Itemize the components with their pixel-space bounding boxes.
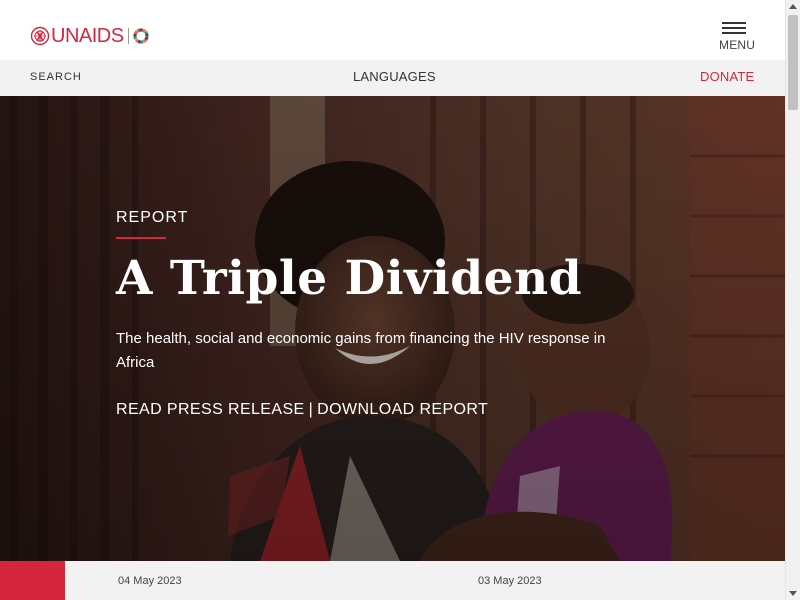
hero-link-separator: | [308,401,314,418]
scroll-up-arrow-icon[interactable] [789,4,797,9]
hero-content: REPORT A Triple Dividend The health, soc… [116,96,676,561]
menu-button[interactable]: MENU [717,20,757,54]
vertical-scrollbar[interactable] [785,0,800,600]
download-report-link[interactable]: DOWNLOAD REPORT [317,401,488,419]
utility-bar: SEARCH LANGUAGES DONATE [0,60,785,96]
news-date: 03 May 2023 [478,575,542,587]
site-header: UNAIDS MENU [0,0,785,60]
page: UNAIDS MENU SEARCH LANGUAGES DONATE REPO… [0,0,785,600]
sdg-wheel-icon [133,28,149,44]
hero-kicker: REPORT [116,209,189,226]
scrollbar-thumb[interactable] [788,15,798,110]
hamburger-icon [722,22,746,35]
hero-links: READ PRESS RELEASE | DOWNLOAD REPORT [116,401,488,419]
logo-wordmark: UNAIDS [51,25,124,47]
menu-label: MENU [719,38,756,52]
news-accent-block [0,561,65,600]
scroll-down-arrow-icon[interactable] [789,591,797,596]
news-date: 04 May 2023 [118,575,182,587]
donate-link[interactable]: DONATE [700,69,754,84]
search-link[interactable]: SEARCH [30,71,82,83]
hero-accent-rule [116,237,166,239]
hero-title[interactable]: A Triple Dividend [116,251,582,306]
news-strip: 04 May 2023 03 May 2023 [0,561,785,600]
logo-divider [127,28,129,44]
languages-link[interactable]: LANGUAGES [353,69,436,84]
un-emblem-icon [30,26,50,46]
hero-subtitle: The health, social and economic gains fr… [116,330,606,371]
hero-banner: REPORT A Triple Dividend The health, soc… [0,96,785,561]
read-press-release-link[interactable]: READ PRESS RELEASE [116,401,305,419]
unaids-logo[interactable]: UNAIDS [30,25,149,47]
